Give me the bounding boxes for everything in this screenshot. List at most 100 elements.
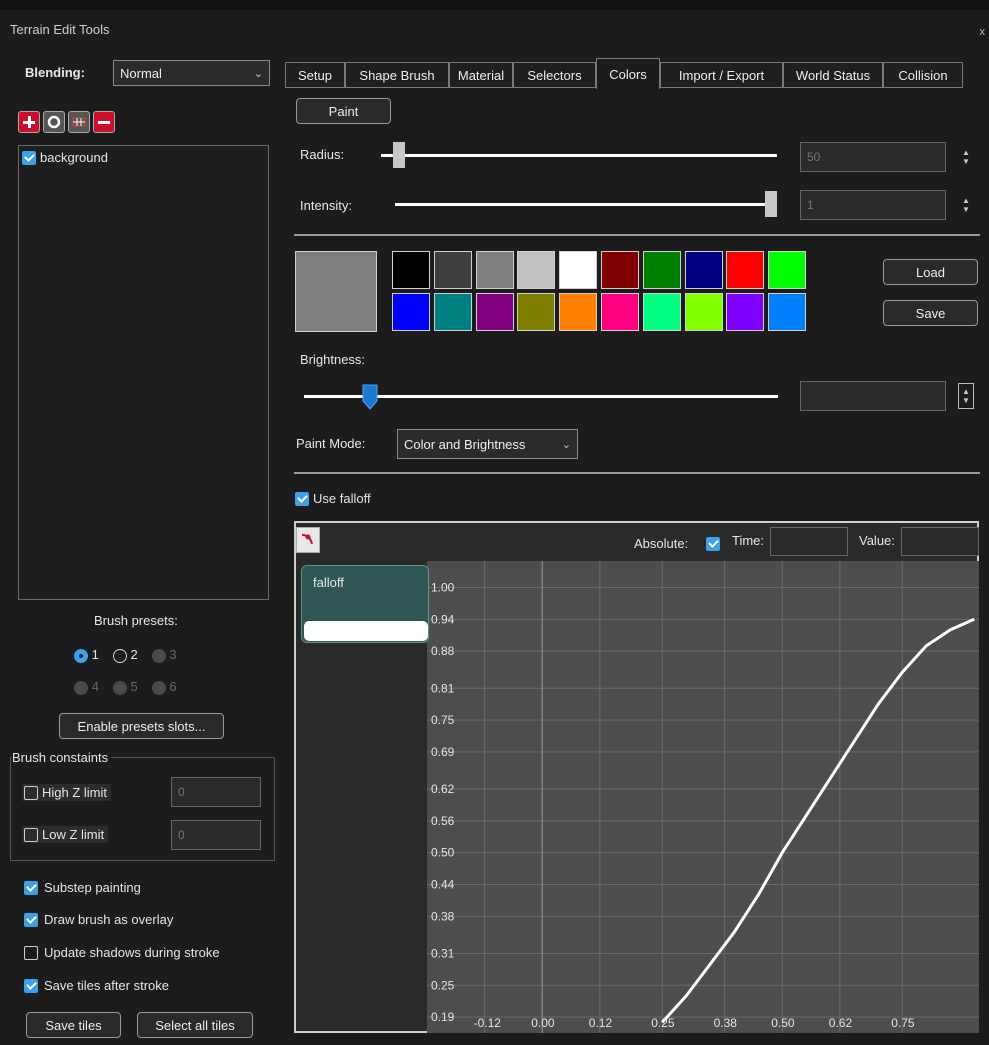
use-falloff-option[interactable]: Use falloff — [295, 491, 371, 506]
update-shadows-label: Update shadows during stroke — [44, 945, 220, 960]
current-color-swatch[interactable] — [295, 251, 377, 332]
color-swatch[interactable] — [726, 293, 765, 331]
color-swatch[interactable] — [684, 251, 723, 289]
save-after-stroke-option[interactable]: Save tiles after stroke — [24, 978, 169, 993]
preset-1[interactable]: 1 — [74, 647, 99, 663]
close-icon[interactable]: x — [980, 26, 986, 38]
add-layer-icon[interactable] — [18, 111, 40, 133]
color-swatch[interactable] — [559, 251, 598, 289]
time-field[interactable] — [770, 527, 848, 556]
falloff-plot[interactable]: 1.00 0.94 0.88 0.81 0.75 0.69 0.62 0.56 0.50 0.44… — [427, 561, 979, 1033]
blending-select[interactable]: Normal ⌄ — [113, 60, 270, 86]
divider — [294, 234, 980, 236]
color-swatch[interactable] — [726, 251, 765, 289]
preset-2[interactable]: 2 — [112, 647, 138, 663]
color-swatch[interactable] — [392, 293, 430, 331]
color-swatch[interactable] — [684, 293, 723, 331]
layer-checkbox[interactable] — [22, 150, 36, 165]
color-swatch[interactable] — [517, 251, 556, 289]
tab-collision[interactable]: Collision — [883, 62, 963, 88]
tab-selectors[interactable]: Selectors — [513, 62, 596, 88]
x-tick-label: 0.38 — [714, 1016, 738, 1030]
spin-down-icon[interactable]: ▼ — [962, 205, 970, 214]
preset-5: 5 — [112, 679, 138, 695]
color-swatch[interactable] — [517, 293, 556, 331]
color-swatch[interactable] — [768, 251, 807, 289]
low-z-checkbox[interactable] — [24, 827, 38, 842]
spin-up-icon[interactable]: ▲ — [962, 148, 970, 157]
draw-overlay-option[interactable]: Draw brush as overlay — [24, 912, 173, 927]
radius-spinner[interactable]: ▲ ▼ — [958, 144, 974, 170]
save-tiles-button[interactable]: Save tiles — [26, 1012, 121, 1038]
brightness-slider-handle[interactable] — [362, 384, 378, 410]
draw-overlay-checkbox[interactable] — [24, 912, 38, 927]
color-swatch[interactable] — [642, 251, 681, 289]
high-z-checkbox-row[interactable]: High Z limit — [22, 784, 112, 801]
radius-slider-track[interactable] — [381, 154, 777, 157]
high-z-checkbox[interactable] — [24, 785, 38, 800]
spin-down-icon[interactable]: ▼ — [962, 396, 970, 405]
color-swatch[interactable] — [392, 251, 430, 289]
enable-presets-button[interactable]: Enable presets slots... — [59, 713, 224, 739]
tab-material[interactable]: Material — [449, 62, 513, 88]
intensity-slider-handle[interactable] — [765, 191, 777, 217]
color-swatch[interactable] — [559, 293, 598, 331]
x-tick-label: 0.00 — [531, 1016, 555, 1030]
color-swatch[interactable] — [768, 293, 807, 331]
brightness-field[interactable] — [800, 381, 946, 411]
grid-layer-icon[interactable] — [68, 111, 90, 133]
paint-mode-select[interactable]: Color and Brightness ⌄ — [397, 429, 578, 459]
color-swatch[interactable] — [475, 293, 514, 331]
intensity-field[interactable]: 1 — [800, 190, 946, 220]
circle-layer-icon[interactable] — [43, 111, 65, 133]
use-falloff-checkbox[interactable] — [295, 491, 309, 506]
tab-shape-brush[interactable]: Shape Brush — [345, 62, 449, 88]
radius-slider-handle[interactable] — [392, 142, 405, 168]
preset-1-radio[interactable] — [74, 648, 88, 663]
update-shadows-checkbox[interactable] — [24, 945, 38, 960]
spin-down-icon[interactable]: ▼ — [962, 157, 970, 166]
presets-row-1: 1 2 3 — [74, 647, 177, 663]
spin-up-icon[interactable]: ▲ — [962, 196, 970, 205]
color-swatch[interactable] — [642, 293, 681, 331]
curve-list-item[interactable]: falloff — [301, 565, 429, 643]
color-swatch[interactable] — [433, 251, 472, 289]
blending-value: Normal — [120, 65, 162, 81]
intensity-spinner[interactable]: ▲ ▼ — [958, 192, 974, 218]
color-swatch[interactable] — [433, 293, 472, 331]
absolute-checkbox[interactable] — [706, 537, 720, 551]
save-button[interactable]: Save — [883, 300, 978, 326]
tab-colors[interactable]: Colors — [596, 58, 660, 89]
curve-tool-icon[interactable] — [296, 527, 320, 553]
preset-2-radio[interactable] — [112, 648, 127, 663]
brightness-spinner[interactable]: ▲ ▼ — [958, 383, 974, 409]
intensity-slider-track[interactable] — [395, 203, 777, 206]
tab-setup[interactable]: Setup — [285, 62, 345, 88]
color-swatch[interactable] — [475, 251, 514, 289]
update-shadows-option[interactable]: Update shadows during stroke — [24, 945, 220, 960]
low-z-field[interactable]: 0 — [171, 820, 261, 850]
load-button[interactable]: Load — [883, 259, 978, 285]
substep-painting-option[interactable]: Substep painting — [24, 880, 141, 895]
high-z-field[interactable]: 0 — [171, 777, 261, 807]
color-swatch[interactable] — [601, 251, 639, 289]
y-tick-label: 1.00 — [431, 581, 455, 595]
tab-import-export[interactable]: Import / Export — [660, 62, 783, 88]
low-z-checkbox-row[interactable]: Low Z limit — [22, 826, 109, 843]
value-field[interactable] — [901, 527, 979, 556]
spin-up-icon[interactable]: ▲ — [962, 387, 970, 396]
substep-painting-checkbox[interactable] — [24, 880, 38, 895]
radius-field[interactable]: 50 — [800, 142, 946, 172]
preset-3: 3 — [151, 647, 177, 663]
y-tick-label: 0.75 — [431, 713, 455, 727]
y-tick-label: 0.19 — [431, 1010, 455, 1024]
paint-button[interactable]: Paint — [296, 98, 391, 124]
save-after-stroke-checkbox[interactable] — [24, 978, 38, 993]
remove-layer-icon[interactable] — [93, 111, 115, 133]
tab-world-status[interactable]: World Status — [783, 62, 883, 88]
y-tick-label: 0.31 — [431, 946, 455, 960]
presets-row-2: 4 5 6 — [74, 679, 177, 695]
select-all-tiles-button[interactable]: Select all tiles — [137, 1012, 253, 1038]
layer-item[interactable]: background — [22, 150, 108, 165]
color-swatch[interactable] — [601, 293, 639, 331]
